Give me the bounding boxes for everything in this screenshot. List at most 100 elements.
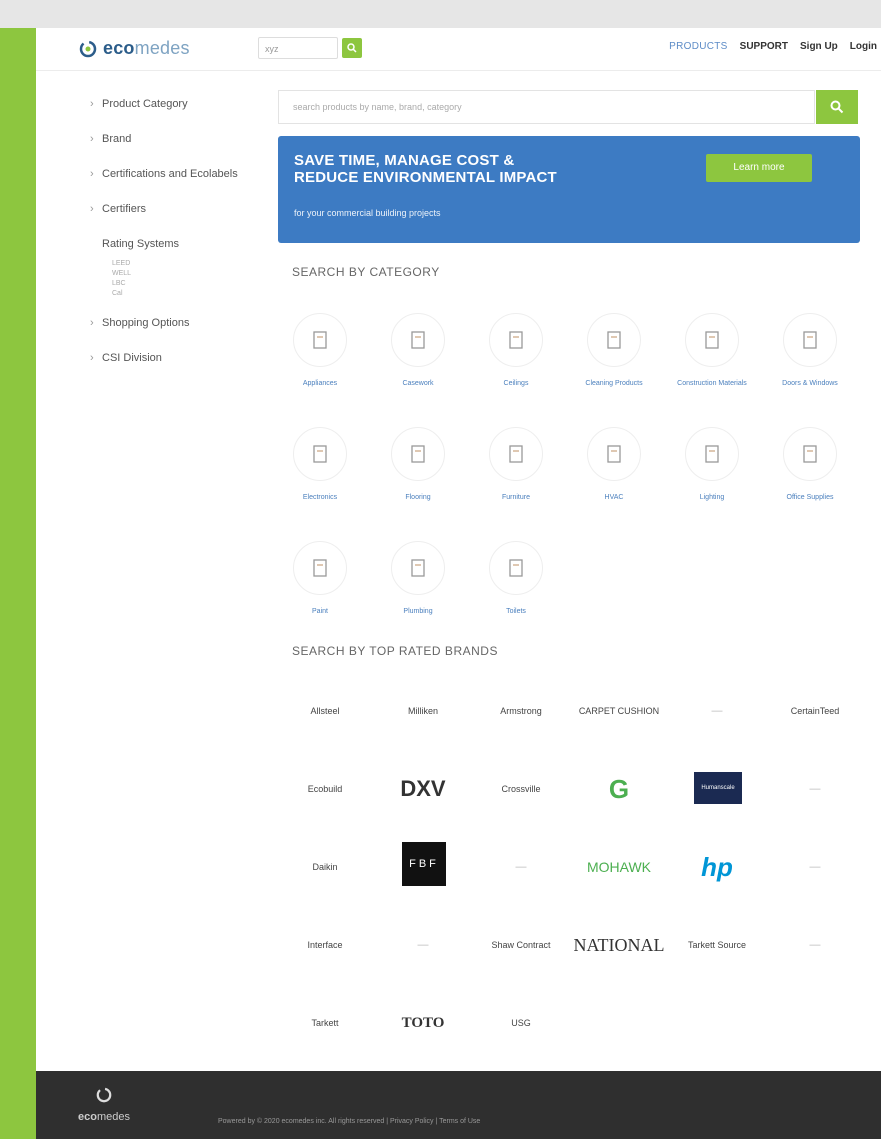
search-icon: [830, 100, 844, 114]
category-label: Lighting: [699, 494, 725, 501]
category-label: HVAC: [604, 494, 624, 501]
brand-logo[interactable]: —: [770, 920, 860, 970]
category-tile[interactable]: Toilets: [476, 541, 556, 616]
brand-logo[interactable]: USG: [476, 998, 566, 1048]
category-tile[interactable]: Lighting: [672, 427, 752, 502]
hvac-icon: [587, 427, 641, 481]
brand-logo[interactable]: Crossville: [476, 764, 566, 814]
main-search-button[interactable]: [816, 90, 858, 124]
appliance-icon: [293, 313, 347, 367]
site-logo[interactable]: ecomedes: [79, 38, 190, 59]
sidebar-item-certifiers[interactable]: › Certifiers: [90, 203, 240, 216]
cleaning-icon: [587, 313, 641, 367]
chevron-right-icon: ›: [90, 352, 94, 364]
brand-logo[interactable]: —: [770, 764, 860, 814]
brand-logo[interactable]: Tarkett: [280, 998, 370, 1048]
brands-section-title: SEARCH BY TOP RATED BRANDS: [292, 644, 498, 658]
brand-logo[interactable]: Daikin: [280, 842, 370, 892]
brand-logo[interactable]: Armstrong: [476, 686, 566, 736]
ceiling-icon: [489, 313, 543, 367]
brand-logo[interactable]: CertainTeed: [770, 686, 860, 736]
header-search-button[interactable]: [342, 38, 362, 58]
brand-logo[interactable]: CARPET CUSHION: [574, 686, 664, 736]
brand-logo[interactable]: DXV: [378, 764, 468, 814]
brand-logo[interactable]: FBF: [402, 842, 446, 886]
category-label: Doors & Windows: [782, 380, 838, 387]
hammer-icon: [685, 313, 739, 367]
brand-logo[interactable]: hp: [672, 842, 762, 892]
nav-support[interactable]: SUPPORT: [740, 41, 788, 52]
category-label: Paint: [312, 608, 328, 615]
sidebar-item-label: Certifiers: [102, 203, 147, 215]
banner-cta-button[interactable]: Learn more: [706, 154, 812, 182]
rating-option[interactable]: LBC: [112, 279, 240, 289]
brand-logo[interactable]: Milliken: [378, 686, 468, 736]
header-search-input[interactable]: xyz: [258, 37, 338, 59]
category-tile[interactable]: Ceilings: [476, 313, 556, 388]
category-tile[interactable]: Office Supplies: [770, 427, 850, 502]
clock-icon: [783, 427, 837, 481]
rating-option[interactable]: LEED: [112, 259, 240, 269]
sidebar-item-brand[interactable]: › Brand: [90, 133, 240, 146]
brand-logo[interactable]: —: [672, 686, 762, 736]
logo-icon: [79, 40, 97, 57]
brand-logo[interactable]: —: [770, 842, 860, 892]
chevron-right-icon: ›: [90, 317, 94, 329]
nav-products[interactable]: PRODUCTS: [669, 41, 728, 52]
category-tile[interactable]: Furniture: [476, 427, 556, 502]
sidebar-item-product-category[interactable]: › Product Category: [90, 98, 240, 111]
category-tile[interactable]: Paint: [280, 541, 360, 616]
brand-logo[interactable]: G: [574, 764, 664, 814]
sidebar-item-rating-systems[interactable]: Rating Systems: [90, 238, 240, 251]
main-search-input[interactable]: search products by name, brand, category: [278, 90, 815, 124]
sidebar-item-certifications[interactable]: › Certifications and Ecolabels: [90, 168, 240, 181]
brand-logo[interactable]: Humanscale: [694, 772, 742, 804]
category-tile[interactable]: Appliances: [280, 313, 360, 388]
brand-logo[interactable]: —: [476, 842, 566, 892]
footer-logo[interactable]: ecomedes: [78, 1087, 130, 1123]
category-tile[interactable]: Doors & Windows: [770, 313, 850, 388]
sidebar-item-label: CSI Division: [102, 352, 162, 364]
sidebar-item-shopping-options[interactable]: › Shopping Options: [90, 317, 240, 330]
sidebar-item-csi-division[interactable]: › CSI Division: [90, 352, 240, 365]
rating-option[interactable]: WELL: [112, 269, 240, 279]
promo-banner: SAVE TIME, MANAGE COST & REDUCE ENVIRONM…: [278, 136, 860, 243]
door-icon: [783, 313, 837, 367]
chair-icon: [489, 427, 543, 481]
page: ecomedes xyz PRODUCTS SUPPORT Sign Up Lo…: [36, 28, 881, 1139]
filter-sidebar: › Product Category › Brand › Certifications…: [90, 98, 240, 387]
brand-logo[interactable]: Shaw Contract: [476, 920, 566, 970]
brand-logo[interactable]: NATIONAL: [574, 920, 665, 970]
brand-logo[interactable]: MOHAWK: [574, 842, 664, 892]
nav-login[interactable]: Login: [850, 41, 877, 52]
category-label: Electronics: [302, 494, 338, 501]
brand-logo[interactable]: Interface: [280, 920, 370, 970]
category-section-title: SEARCH BY CATEGORY: [292, 265, 440, 279]
category-tile[interactable]: Construction Materials: [672, 313, 752, 388]
category-tile[interactable]: Cleaning Products: [574, 313, 654, 388]
logo-text: ecomedes: [103, 38, 190, 58]
category-tile[interactable]: Casework: [378, 313, 458, 388]
sidebar-item-label: Brand: [102, 133, 132, 145]
rating-option[interactable]: Cal: [112, 289, 240, 299]
green-side-band: [0, 28, 40, 1139]
category-tile[interactable]: HVAC: [574, 427, 654, 502]
category-tile[interactable]: Electronics: [280, 427, 360, 502]
brand-logo[interactable]: TOTO: [378, 998, 468, 1048]
brand-logo[interactable]: Ecobuild: [280, 764, 370, 814]
nav-sign-up[interactable]: Sign Up: [800, 41, 838, 52]
category-tile[interactable]: Flooring: [378, 427, 458, 502]
sidebar-item-label: Shopping Options: [102, 317, 190, 329]
brand-logo[interactable]: —: [378, 920, 468, 970]
search-icon: [347, 43, 357, 53]
sidebar-item-label: Product Category: [102, 98, 188, 110]
banner-subtitle: for your commercial building projects: [294, 208, 441, 218]
category-label: Appliances: [302, 380, 338, 387]
chevron-right-icon: ›: [90, 98, 94, 110]
brand-logo[interactable]: Allsteel: [280, 686, 370, 736]
category-label: Plumbing: [403, 608, 433, 615]
category-tile[interactable]: Plumbing: [378, 541, 458, 616]
category-label: Furniture: [501, 494, 530, 501]
top-nav: PRODUCTS SUPPORT Sign Up Login: [669, 41, 877, 52]
brand-logo[interactable]: Tarkett Source: [672, 920, 762, 970]
